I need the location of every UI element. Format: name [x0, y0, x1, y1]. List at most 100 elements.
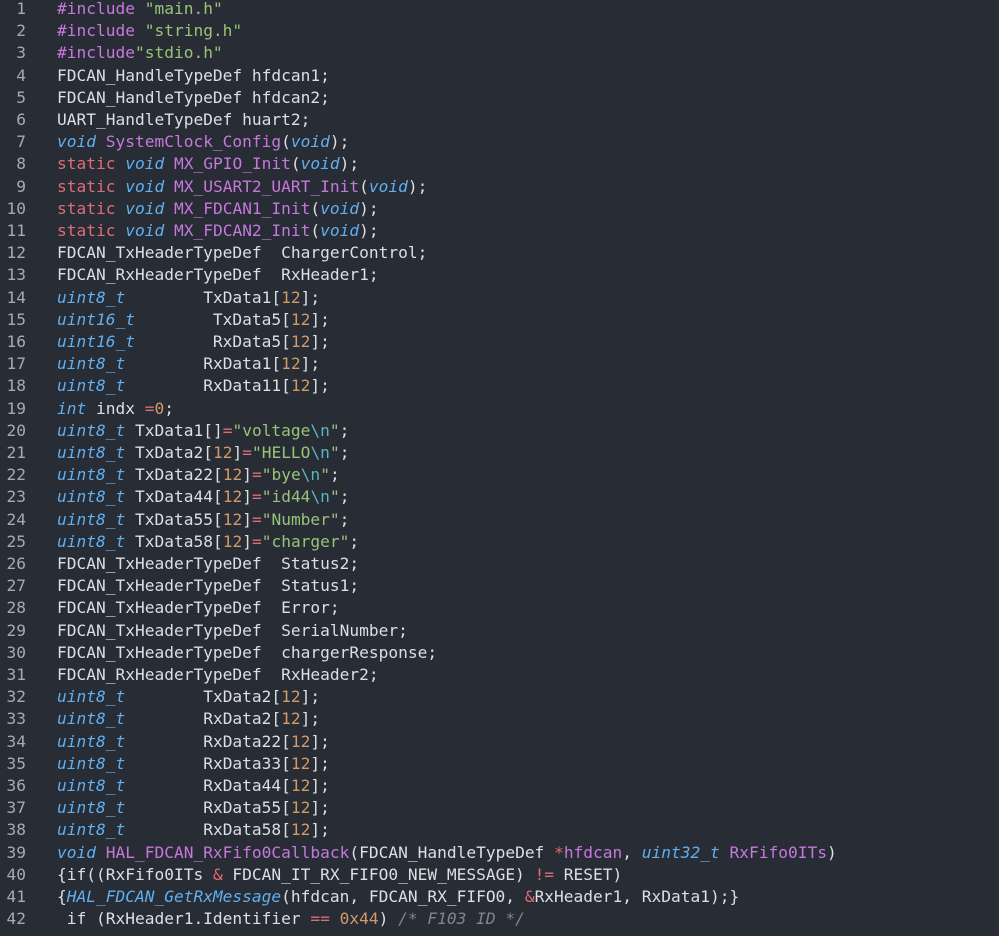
code-text[interactable]: void SystemClock_Config(void);: [57, 131, 349, 153]
code-line[interactable]: 34 uint8_t RxData22[12];: [0, 731, 999, 753]
code-line[interactable]: 16 uint16_t RxData5[12];: [0, 331, 999, 353]
code-line[interactable]: 15 uint16_t TxData5[12];: [0, 309, 999, 331]
code-text[interactable]: {if((RxFifo0ITs & FDCAN_IT_RX_FIFO0_NEW_…: [57, 864, 622, 886]
code-line[interactable]: 40 {if((RxFifo0ITs & FDCAN_IT_RX_FIFO0_NE…: [0, 864, 999, 886]
code-text[interactable]: uint8_t RxData1[12];: [57, 353, 320, 375]
code-text[interactable]: uint8_t TxData58[12]="charger";: [57, 531, 359, 553]
code-text[interactable]: FDCAN_TxHeaderTypeDef SerialNumber;: [57, 620, 408, 642]
code-text[interactable]: uint8_t TxData2[12];: [57, 686, 320, 708]
code-line[interactable]: 24 uint8_t TxData55[12]="Number";: [0, 509, 999, 531]
code-line[interactable]: 1 #include "main.h": [0, 0, 999, 20]
code-token: ];: [300, 709, 321, 729]
code-text[interactable]: if (RxHeader1.Identifier == 0x44) /* F10…: [57, 908, 525, 930]
code-text[interactable]: FDCAN_TxHeaderTypeDef chargerResponse;: [57, 642, 437, 664]
code-line[interactable]: 29 FDCAN_TxHeaderTypeDef SerialNumber;: [0, 620, 999, 642]
code-token: "HELLO: [251, 443, 311, 462]
code-text[interactable]: #include "string.h": [57, 20, 242, 42]
code-text[interactable]: FDCAN_TxHeaderTypeDef Status1;: [57, 575, 359, 597]
code-line[interactable]: 11 static void MX_FDCAN2_Init(void);: [0, 220, 999, 242]
code-token: TxData1[: [125, 287, 282, 307]
code-token: TxData1[]: [125, 420, 223, 440]
code-line[interactable]: 27 FDCAN_TxHeaderTypeDef Status1;: [0, 575, 999, 597]
code-text[interactable]: uint8_t RxData58[12];: [57, 819, 330, 841]
code-text[interactable]: static void MX_FDCAN1_Init(void);: [57, 198, 379, 220]
code-token: 12: [281, 687, 301, 707]
code-line[interactable]: 20 uint8_t TxData1[]="voltage\n";: [0, 420, 999, 442]
code-text[interactable]: static void MX_FDCAN2_Init(void);: [57, 220, 379, 242]
code-line[interactable]: 19 int indx =0;: [0, 398, 999, 420]
code-text[interactable]: int indx =0;: [57, 398, 174, 420]
code-text[interactable]: {HAL_FDCAN_GetRxMessage(hfdcan, FDCAN_RX…: [57, 886, 739, 908]
code-text[interactable]: uint16_t TxData5[12];: [57, 309, 330, 331]
code-text[interactable]: FDCAN_RxHeaderTypeDef RxHeader1;: [57, 264, 379, 286]
code-line[interactable]: 4 FDCAN_HandleTypeDef hfdcan1;: [0, 65, 999, 87]
code-line[interactable]: 22 uint8_t TxData22[12]="bye\n";: [0, 464, 999, 486]
line-number: 38: [6, 820, 27, 840]
code-text[interactable]: uint8_t TxData1[]="voltage\n";: [57, 420, 349, 442]
code-line[interactable]: 26 FDCAN_TxHeaderTypeDef Status2;: [0, 553, 999, 575]
code-line[interactable]: 13 FDCAN_RxHeaderTypeDef RxHeader1;: [0, 264, 999, 286]
code-line[interactable]: 17 uint8_t RxData1[12];: [0, 353, 999, 375]
code-text[interactable]: UART_HandleTypeDef huart2;: [57, 109, 310, 131]
code-text[interactable]: FDCAN_RxHeaderTypeDef RxHeader2;: [57, 664, 379, 686]
code-line[interactable]: 7 void SystemClock_Config(void);: [0, 131, 999, 153]
code-editor[interactable]: 1 #include "main.h" 2 #include "string.h" 3 #…: [0, 0, 999, 936]
code-line[interactable]: 18 uint8_t RxData11[12];: [0, 375, 999, 397]
code-token: 12: [212, 443, 233, 462]
code-text[interactable]: uint8_t RxData55[12];: [57, 797, 330, 819]
code-text[interactable]: #include "main.h": [57, 0, 223, 20]
code-text[interactable]: uint8_t RxData11[12];: [57, 375, 330, 397]
code-token: uint32_t: [641, 842, 720, 862]
code-line[interactable]: 28 FDCAN_TxHeaderTypeDef Error;: [0, 597, 999, 619]
code-text[interactable]: uint8_t TxData1[12];: [57, 287, 320, 309]
code-line[interactable]: 25 uint8_t TxData58[12]="charger";: [0, 531, 999, 553]
code-text[interactable]: uint8_t RxData22[12];: [57, 731, 330, 753]
code-text[interactable]: uint8_t RxData2[12];: [57, 708, 320, 730]
code-text[interactable]: static void MX_USART2_UART_Init(void);: [57, 176, 427, 198]
code-token: "charger": [261, 531, 350, 551]
code-text[interactable]: FDCAN_TxHeaderTypeDef Error;: [57, 597, 340, 619]
code-text[interactable]: uint8_t TxData55[12]="Number";: [57, 509, 349, 531]
code-token: ]: [242, 509, 252, 529]
code-text[interactable]: FDCAN_HandleTypeDef hfdcan1;: [57, 65, 330, 87]
code-line[interactable]: 2 #include "string.h": [0, 20, 999, 42]
code-text[interactable]: FDCAN_TxHeaderTypeDef Status2;: [57, 553, 359, 575]
code-line[interactable]: 42 if (RxHeader1.Identifier == 0x44) /* …: [0, 908, 999, 930]
code-token: ];: [310, 776, 330, 795]
code-text[interactable]: void HAL_FDCAN_RxFifo0Callback(FDCAN_Han…: [57, 842, 837, 864]
code-line[interactable]: 37 uint8_t RxData55[12];: [0, 797, 999, 819]
code-text[interactable]: #include"stdio.h": [57, 42, 223, 64]
code-line[interactable]: 38 uint8_t RxData58[12];: [0, 819, 999, 841]
code-line[interactable]: 41 {HAL_FDCAN_GetRxMessage(hfdcan, FDCAN_…: [0, 886, 999, 908]
code-line[interactable]: 35 uint8_t RxData33[12];: [0, 753, 999, 775]
code-token: MX_USART2_UART_Init: [173, 176, 360, 196]
code-text[interactable]: FDCAN_HandleTypeDef hfdcan2;: [57, 87, 330, 109]
code-token: 12: [290, 309, 311, 329]
code-text[interactable]: uint8_t TxData2[12]="HELLO\n";: [57, 442, 349, 464]
code-text[interactable]: uint16_t RxData5[12];: [57, 331, 330, 353]
code-line[interactable]: 33 uint8_t RxData2[12];: [0, 708, 999, 730]
code-line[interactable]: 31 FDCAN_RxHeaderTypeDef RxHeader2;: [0, 664, 999, 686]
code-token: MX_GPIO_Init: [173, 154, 291, 174]
code-line[interactable]: 21 uint8_t TxData2[12]="HELLO\n";: [0, 442, 999, 464]
code-text[interactable]: uint8_t TxData44[12]="id44\n";: [57, 486, 349, 508]
code-line[interactable]: 39 void HAL_FDCAN_RxFifo0Callback(FDCAN_H…: [0, 842, 999, 864]
code-line[interactable]: 9 static void MX_USART2_UART_Init(void);: [0, 176, 999, 198]
code-line[interactable]: 30 FDCAN_TxHeaderTypeDef chargerResponse;: [0, 642, 999, 664]
code-line[interactable]: 23 uint8_t TxData44[12]="id44\n";: [0, 486, 999, 508]
code-text[interactable]: static void MX_GPIO_Init(void);: [57, 153, 359, 175]
code-text[interactable]: uint8_t TxData22[12]="bye\n";: [57, 464, 340, 486]
code-line[interactable]: 6 UART_HandleTypeDef huart2;: [0, 109, 999, 131]
code-line[interactable]: 8 static void MX_GPIO_Init(void);: [0, 153, 999, 175]
code-text[interactable]: uint8_t RxData44[12];: [57, 775, 330, 797]
code-line[interactable]: 10 static void MX_FDCAN1_Init(void);: [0, 198, 999, 220]
code-token: uint8_t: [57, 820, 126, 840]
code-line[interactable]: 14 uint8_t TxData1[12];: [0, 287, 999, 309]
code-line[interactable]: 32 uint8_t TxData2[12];: [0, 686, 999, 708]
code-line[interactable]: 36 uint8_t RxData44[12];: [0, 775, 999, 797]
code-text[interactable]: uint8_t RxData33[12];: [57, 753, 330, 775]
code-text[interactable]: FDCAN_TxHeaderTypeDef ChargerControl;: [57, 242, 427, 264]
code-line[interactable]: 12 FDCAN_TxHeaderTypeDef ChargerControl;: [0, 242, 999, 264]
code-line[interactable]: 5 FDCAN_HandleTypeDef hfdcan2;: [0, 87, 999, 109]
code-line[interactable]: 3 #include"stdio.h": [0, 42, 999, 64]
